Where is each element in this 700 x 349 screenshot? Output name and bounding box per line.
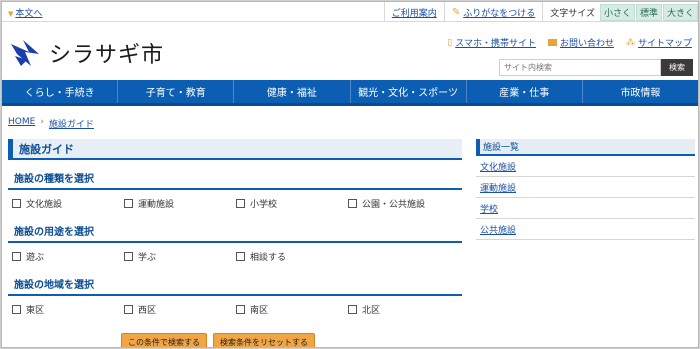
checkbox[interactable] [348, 198, 357, 208]
checkbox-label: 公園・公共施設 [362, 199, 426, 210]
checkbox-option[interactable]: 遊ぶ [12, 250, 124, 263]
checkbox[interactable] [236, 251, 245, 261]
chevron-down-icon: ▼ [8, 10, 14, 18]
nav-item-living[interactable]: くらし・手続き [2, 80, 119, 103]
checkbox-label: 学ぶ [138, 252, 157, 263]
checkbox[interactable] [124, 251, 133, 261]
breadcrumb-separator-icon: › [40, 117, 44, 127]
checkbox-option[interactable]: 南区 [236, 303, 348, 316]
checkbox[interactable] [12, 251, 21, 261]
skip-link[interactable]: 本文へ [15, 9, 42, 19]
checkbox[interactable] [236, 304, 245, 314]
phone-icon: ▯ [447, 37, 453, 48]
sidebar-item-label[interactable]: 文化施設 [480, 160, 516, 173]
checkbox-option[interactable]: 文化施設 [12, 197, 124, 210]
furigana-link-item[interactable]: ✎ ふりがなをつける [445, 6, 542, 19]
font-size-label: 文字サイズ [550, 8, 595, 19]
checkbox[interactable] [12, 198, 21, 208]
contact-link[interactable]: お問い合わせ [560, 36, 614, 49]
font-size-large-button[interactable]: 大きく [662, 3, 698, 21]
reset-button[interactable]: 検索条件をリセットする [213, 333, 315, 347]
search-button[interactable]: 検索 [661, 59, 693, 76]
checkbox-label: 文化施設 [26, 199, 63, 210]
mail-icon [547, 39, 557, 46]
nav-item-industry[interactable]: 産業・仕事 [467, 80, 583, 103]
utility-bar: ▼ 本文へ ご利用案内 ✎ ふりがなをつける 文字サイズ 小さく 標準 大きく [2, 2, 698, 22]
section-heading-type: 施設の種類を選択 [8, 170, 462, 190]
sidebar-item-sports[interactable]: 運動施設 [476, 177, 695, 198]
purpose-options: 遊ぶ 学ぶ 相談する [8, 246, 462, 266]
heron-logo-icon [11, 40, 39, 66]
contact-link-item[interactable]: お問い合わせ [547, 36, 614, 49]
sitemap-link-item[interactable]: ⁂ サイトマップ [625, 36, 692, 50]
mobile-site-link-item[interactable]: ▯ スマホ・携帯サイト [447, 36, 536, 50]
checkbox-label: 東区 [26, 305, 45, 316]
global-nav: くらし・手続き 子育て・教育 健康・福祉 観光・文化・スポーツ 産業・仕事 市政… [2, 80, 698, 106]
sidebar: 施設一覧 文化施設 運動施設 学校 公共施設 [476, 139, 695, 240]
guide-link[interactable]: ご利用案内 [392, 6, 437, 19]
sitemap-icon: ⁂ [625, 37, 635, 48]
sidebar-item-school[interactable]: 学校 [476, 198, 695, 219]
search-submit-button[interactable]: この条件で検索する [121, 333, 207, 347]
checkbox-label: 西区 [138, 305, 157, 316]
checkbox-label: 南区 [250, 305, 269, 316]
nav-item-city-info[interactable]: 市政情報 [583, 80, 698, 103]
checkbox[interactable] [12, 304, 21, 314]
sitemap-link[interactable]: サイトマップ [638, 36, 692, 49]
font-size-normal-button[interactable]: 標準 [635, 3, 662, 21]
sidebar-list: 文化施設 運動施設 学校 公共施設 [476, 156, 695, 240]
type-options: 文化施設 運動施設 小学校 公園・公共施設 [8, 193, 462, 213]
breadcrumb-home[interactable]: HOME [8, 117, 35, 130]
area-options: 東区 西区 南区 北区 [8, 299, 462, 319]
checkbox-option[interactable]: 北区 [348, 303, 460, 316]
form-actions: この条件で検索する 検索条件をリセットする [8, 333, 462, 347]
nav-item-health[interactable]: 健康・福祉 [234, 80, 351, 103]
page: ▼ 本文へ ご利用案内 ✎ ふりがなをつける 文字サイズ 小さく 標準 大きく シラ… [1, 1, 699, 348]
site-name: シラサギ市 [49, 43, 165, 68]
sidebar-item-label[interactable]: 運動施設 [480, 181, 516, 194]
breadcrumb-current[interactable]: 施設ガイド [49, 117, 94, 130]
nav-item-childcare[interactable]: 子育て・教育 [118, 80, 235, 103]
sidebar-item-label[interactable]: 公共施設 [480, 223, 516, 236]
nav-item-tourism[interactable]: 観光・文化・スポーツ [351, 80, 467, 103]
checkbox[interactable] [236, 198, 245, 208]
main-content: 施設ガイド 施設の種類を選択 文化施設 運動施設 小学校 公園・公共施設 施設の… [8, 139, 462, 347]
font-size-small-button[interactable]: 小さく [599, 3, 635, 21]
checkbox-label: 遊ぶ [26, 252, 45, 263]
checkbox-option[interactable]: 学ぶ [124, 250, 236, 263]
header-links: ▯ スマホ・携帯サイト お問い合わせ ⁂ サイトマップ [447, 36, 692, 50]
mobile-site-link[interactable]: スマホ・携帯サイト [455, 36, 536, 49]
checkbox-option[interactable]: 西区 [124, 303, 236, 316]
page-title: 施設ガイド [8, 139, 462, 160]
checkbox[interactable] [348, 304, 357, 314]
checkbox-option[interactable]: 小学校 [236, 197, 348, 210]
furigana-link[interactable]: ふりがなをつける [463, 6, 535, 19]
pencil-icon: ✎ [451, 6, 461, 18]
sidebar-heading: 施設一覧 [476, 139, 695, 156]
site-logo[interactable]: シラサギ市 [9, 37, 164, 69]
guide-link-item[interactable]: ご利用案内 [385, 6, 444, 19]
checkbox-option[interactable]: 運動施設 [124, 197, 236, 210]
checkbox-option[interactable]: 東区 [12, 303, 124, 316]
section-heading-area: 施設の地域を選択 [8, 276, 462, 296]
checkbox-option[interactable]: 公園・公共施設 [348, 197, 460, 210]
checkbox[interactable] [124, 304, 133, 314]
checkbox-label: 北区 [362, 305, 381, 316]
site-search: 検索 [499, 59, 693, 76]
checkbox[interactable] [124, 198, 133, 208]
utility-links: ご利用案内 ✎ ふりがなをつける 文字サイズ 小さく 標準 大きく [383, 2, 698, 22]
sidebar-item-label[interactable]: 学校 [480, 202, 498, 215]
sidebar-item-public[interactable]: 公共施設 [476, 219, 695, 240]
breadcrumb: HOME › 施設ガイド [8, 117, 94, 130]
checkbox-option[interactable]: 相談する [236, 250, 348, 263]
checkbox-label: 相談する [250, 252, 287, 263]
checkbox-label: 運動施設 [138, 199, 175, 210]
checkbox-label: 小学校 [250, 199, 278, 210]
section-heading-purpose: 施設の用途を選択 [8, 223, 462, 243]
search-input[interactable] [499, 59, 661, 76]
skip-to-content[interactable]: ▼ 本文へ [8, 6, 42, 19]
sidebar-item-culture[interactable]: 文化施設 [476, 156, 695, 177]
